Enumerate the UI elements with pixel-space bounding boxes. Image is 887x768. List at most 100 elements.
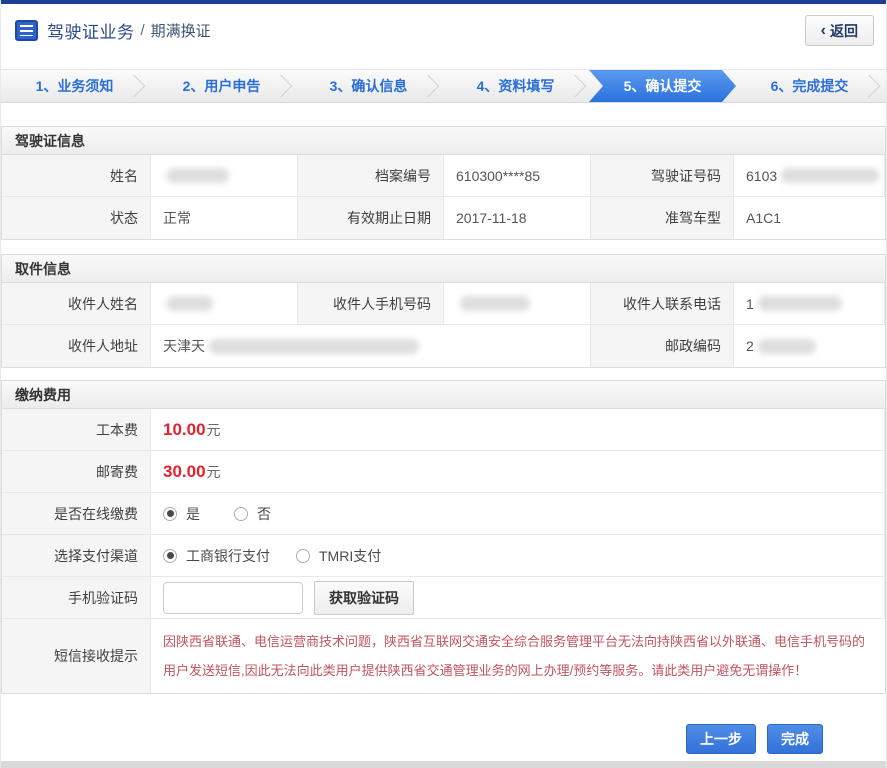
- production-fee-value: 10.00 元: [151, 409, 885, 451]
- expiry-value: 2017-11-18: [444, 197, 591, 239]
- sms-notice-cell: 因陕西省联通、电信运营商技术问题，陕西省互联网交通安全综合服务管理平台无法向持陕…: [151, 619, 885, 693]
- radio-unselected-icon[interactable]: [296, 548, 310, 563]
- status-value: 正常: [151, 197, 298, 239]
- recipient-name-label: 收件人姓名: [2, 283, 151, 325]
- page-header: 驾驶证业务 / 期满换证 ‹ 返回: [1, 4, 886, 57]
- recipient-address-value: 天津天: [151, 325, 591, 367]
- redacted-name: [167, 168, 229, 183]
- mailing-fee-amount: 30.00: [163, 461, 206, 481]
- breadcrumb-divider: /: [140, 22, 145, 39]
- recipient-phone-label: 收件人联系电话: [591, 283, 734, 325]
- license-panel-title: 驾驶证信息: [2, 127, 885, 155]
- payment-panel-title: 缴纳费用: [2, 381, 885, 409]
- chevron-right-icon: [269, 74, 293, 98]
- step-4-fill-data[interactable]: 4、资料填写: [442, 70, 589, 102]
- production-fee-amount: 10.00: [163, 419, 206, 439]
- pickup-info-panel: 取件信息 收件人姓名 收件人手机号码 收件人联系电话 1 收件人地址 天津天 邮…: [1, 254, 886, 368]
- captcha-label: 手机验证码: [2, 577, 151, 619]
- step-2-user-declaration[interactable]: 2、用户申告: [148, 70, 295, 102]
- online-pay-options: 是 否: [151, 493, 885, 535]
- chevron-right-icon: [857, 74, 881, 98]
- back-button[interactable]: ‹ 返回: [804, 15, 874, 46]
- online-pay-yes-label: 是: [186, 505, 200, 522]
- redacted-postcode: [757, 338, 816, 354]
- pickup-table: 收件人姓名 收件人手机号码 收件人联系电话 1 收件人地址 天津天 邮政编码 2: [2, 283, 885, 367]
- redacted-recipient-name: [167, 296, 213, 311]
- breadcrumb-secondary: 期满换证: [150, 23, 211, 40]
- finish-button[interactable]: 完成: [767, 724, 823, 754]
- file-number-label: 档案编号: [298, 155, 444, 197]
- radio-selected-icon[interactable]: [163, 548, 177, 563]
- step-wizard: 1、业务须知 2、用户申告 3、确认信息 4、资料填写 5、确认提交 6、完成提…: [1, 69, 886, 103]
- postcode-value: 2: [734, 325, 885, 367]
- sms-notice-text: 因陕西省联通、电信运营商技术问题，陕西省互联网交通安全综合服务管理平台无法向持陕…: [163, 634, 866, 678]
- captcha-row: 获取验证码: [151, 577, 885, 619]
- name-value: [151, 155, 298, 197]
- step-label: 2、用户申告: [182, 78, 261, 94]
- license-info-panel: 驾驶证信息 姓名 档案编号 610300****85 驾驶证号码 6103 状态…: [1, 126, 886, 240]
- vehicle-class-label: 准驾车型: [591, 197, 734, 239]
- payment-table: 工本费 10.00 元 邮寄费 30.00 元 是否在线缴费 是 否 选择支付渠…: [2, 409, 885, 693]
- step-label: 6、完成提交: [770, 78, 849, 94]
- recipient-address-label: 收件人地址: [2, 325, 151, 367]
- postcode-label: 邮政编码: [591, 325, 734, 367]
- captcha-input[interactable]: [163, 581, 303, 614]
- bottom-gray-bar: [1, 761, 886, 768]
- channel-tmri-option[interactable]: TMRI支付: [296, 546, 381, 566]
- chevron-left-icon: ‹: [820, 21, 826, 39]
- back-button-label: 返回: [830, 22, 858, 39]
- mailing-fee-unit: 元: [206, 463, 221, 480]
- radio-selected-icon[interactable]: [163, 506, 177, 521]
- redacted-mobile: [460, 296, 530, 311]
- recipient-name-value: [151, 283, 298, 325]
- sms-notice-label: 短信接收提示: [2, 619, 151, 693]
- footer-actions: 上一步 完成: [1, 724, 886, 754]
- mailing-fee-label: 邮寄费: [2, 451, 151, 493]
- channel-icbc-label: 工商银行支付: [186, 547, 270, 564]
- pickup-panel-title: 取件信息: [2, 255, 885, 283]
- payment-panel: 缴纳费用 工本费 10.00 元 邮寄费 30.00 元 是否在线缴费 是 否 …: [1, 380, 886, 694]
- recipient-mobile-label: 收件人手机号码: [298, 283, 444, 325]
- license-number-label: 驾驶证号码: [591, 155, 734, 197]
- breadcrumb-primary: 驾驶证业务: [47, 23, 135, 42]
- recipient-phone-value: 1: [734, 283, 885, 325]
- mailing-fee-value: 30.00 元: [151, 451, 885, 493]
- step-6-complete-submit[interactable]: 6、完成提交: [736, 70, 883, 102]
- production-fee-unit: 元: [206, 421, 221, 438]
- step-label: 3、确认信息: [329, 78, 408, 94]
- channel-icbc-option[interactable]: 工商银行支付: [163, 546, 270, 566]
- license-table: 姓名 档案编号 610300****85 驾驶证号码 6103 状态 正常 有效…: [2, 155, 885, 239]
- redacted-phone: [757, 296, 842, 311]
- pay-channel-label: 选择支付渠道: [2, 535, 151, 577]
- page: 驾驶证业务 / 期满换证 ‹ 返回 1、业务须知 2、用户申告 3、确认信息 4…: [0, 0, 887, 768]
- name-label: 姓名: [2, 155, 151, 197]
- online-pay-yes-option[interactable]: 是: [163, 504, 200, 524]
- production-fee-label: 工本费: [2, 409, 151, 451]
- radio-unselected-icon[interactable]: [234, 506, 248, 521]
- license-number-value: 6103: [734, 155, 885, 197]
- online-pay-label: 是否在线缴费: [2, 493, 151, 535]
- expiry-label: 有效期止日期: [298, 197, 444, 239]
- chevron-right-icon: [416, 74, 440, 98]
- form-list-icon: [15, 20, 38, 41]
- status-label: 状态: [2, 197, 151, 239]
- chevron-right-icon: [563, 74, 587, 98]
- redacted-license-number: [781, 168, 880, 183]
- file-number-value: 610300****85: [444, 155, 591, 197]
- step-1-business-notice[interactable]: 1、业务须知: [1, 70, 148, 102]
- redacted-address: [209, 338, 419, 354]
- pay-channel-options: 工商银行支付 TMRI支付: [151, 535, 885, 577]
- recipient-mobile-value: [444, 283, 591, 325]
- step-label: 5、确认提交: [623, 78, 702, 94]
- previous-step-button[interactable]: 上一步: [686, 724, 756, 754]
- get-captcha-button[interactable]: 获取验证码: [314, 580, 414, 615]
- online-pay-no-option[interactable]: 否: [234, 504, 271, 524]
- step-label: 1、业务须知: [35, 78, 114, 94]
- vehicle-class-value: A1C1: [734, 197, 885, 239]
- step-3-confirm-info[interactable]: 3、确认信息: [295, 70, 442, 102]
- channel-tmri-label: TMRI支付: [319, 547, 382, 564]
- chevron-right-icon: [122, 74, 146, 98]
- step-5-confirm-submit-active[interactable]: 5、确认提交: [589, 70, 736, 102]
- online-pay-no-label: 否: [257, 505, 271, 522]
- steps-filler: [883, 70, 886, 102]
